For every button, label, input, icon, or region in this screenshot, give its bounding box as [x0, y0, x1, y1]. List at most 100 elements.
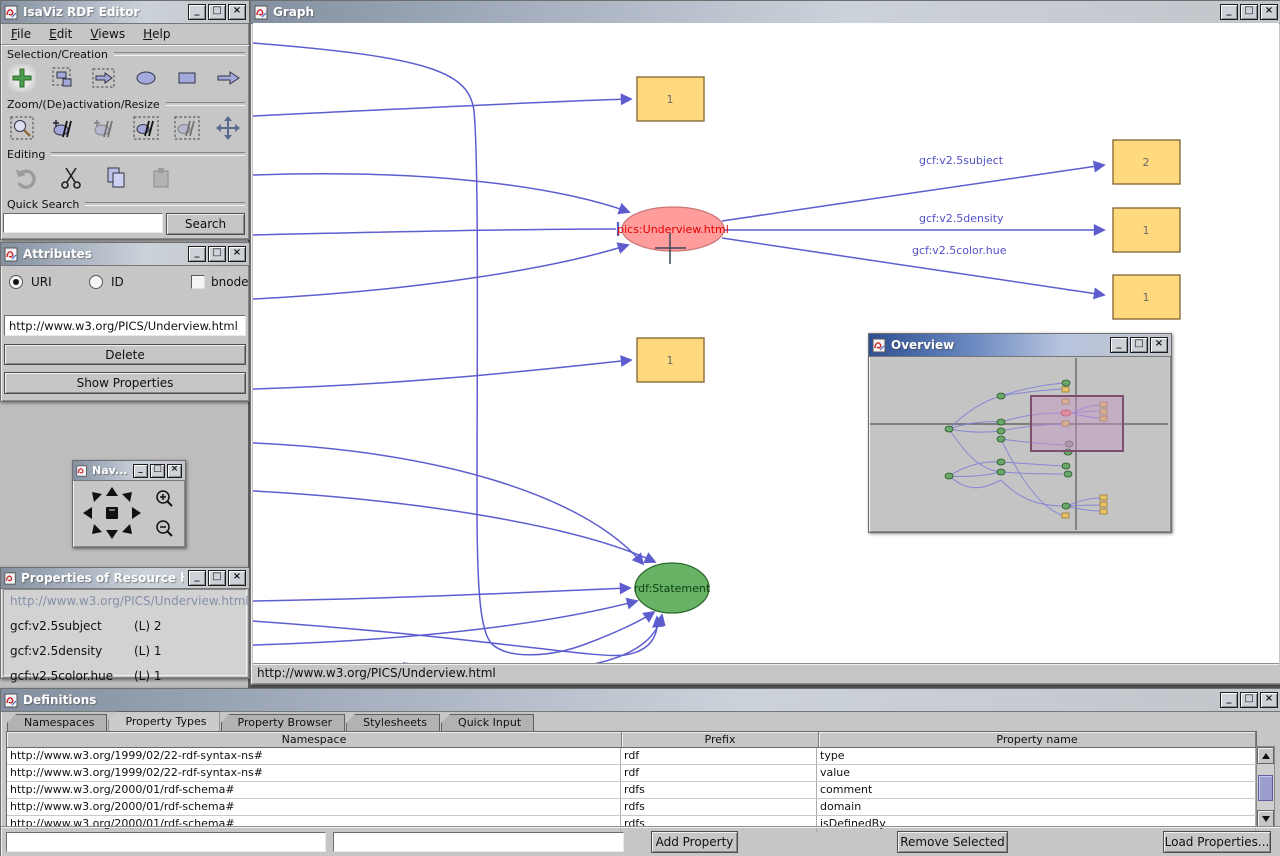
close-button[interactable]: ×: [228, 246, 246, 262]
close-button[interactable]: ×: [1260, 692, 1278, 708]
close-button[interactable]: ×: [167, 464, 182, 478]
column-header-property-name[interactable]: Property name: [819, 732, 1256, 747]
tab-property-browser[interactable]: Property Browser: [221, 714, 346, 731]
nav-pad[interactable]: [75, 483, 181, 545]
quick-search-input[interactable]: [3, 213, 163, 233]
nav-titlebar[interactable]: Nav... _ □ ×: [73, 461, 185, 481]
new-namespace-input[interactable]: [6, 832, 326, 852]
tab-stylesheets[interactable]: Stylesheets: [346, 714, 440, 731]
table-row[interactable]: http://www.w3.org/1999/02/22-rdf-syntax-…: [7, 748, 1256, 765]
minimize-button[interactable]: _: [1220, 4, 1238, 20]
minimize-button[interactable]: _: [188, 246, 206, 262]
minimize-button[interactable]: _: [1220, 692, 1238, 708]
literal-node[interactable]: 1: [637, 77, 704, 121]
show-properties-button[interactable]: Show Properties: [4, 372, 246, 394]
maximize-button[interactable]: □: [208, 246, 226, 262]
maximize-button[interactable]: □: [150, 464, 165, 478]
pan-left-arrow[interactable]: [83, 507, 92, 519]
cut-button[interactable]: [57, 164, 85, 192]
pan-up-right-arrow[interactable]: [122, 492, 132, 502]
uri-radio[interactable]: [9, 275, 23, 289]
menu-file[interactable]: File: [11, 27, 31, 41]
paste-button[interactable]: [147, 164, 175, 192]
tab-namespaces[interactable]: Namespaces: [7, 714, 107, 731]
scroll-down-button[interactable]: [1257, 810, 1274, 827]
graph-titlebar[interactable]: Graph _ □ ×: [251, 1, 1280, 24]
scroll-up-button[interactable]: [1257, 747, 1274, 764]
scrollbar-thumb[interactable]: [1258, 775, 1273, 801]
remove-selected-button[interactable]: Remove Selected: [897, 831, 1008, 853]
table-row[interactable]: http://www.w3.org/2000/01/rdf-schema# rd…: [7, 782, 1256, 799]
menu-views[interactable]: Views: [90, 27, 125, 41]
table-row[interactable]: http://www.w3.org/1999/02/22-rdf-syntax-…: [7, 765, 1256, 782]
close-button[interactable]: ×: [228, 4, 246, 20]
column-header-prefix[interactable]: Prefix: [622, 732, 819, 747]
maximize-button[interactable]: □: [208, 4, 226, 20]
copy-button[interactable]: [102, 164, 130, 192]
select-region-tool[interactable]: [49, 64, 77, 92]
deactivate-link-tool[interactable]: [90, 114, 118, 142]
undo-button[interactable]: [12, 164, 40, 192]
pan-down-left-arrow[interactable]: [92, 524, 102, 534]
editor-titlebar[interactable]: IsaViz RDF Editor _ □ ×: [1, 1, 249, 24]
maximize-button[interactable]: □: [1130, 337, 1148, 353]
pan-right-arrow[interactable]: [132, 507, 141, 519]
uri-input[interactable]: [4, 315, 246, 336]
search-button[interactable]: Search: [166, 213, 245, 235]
new-property-input[interactable]: [333, 832, 624, 852]
statement-node[interactable]: rdf:Statement: [634, 563, 711, 613]
definitions-titlebar[interactable]: Definitions _ □ ×: [1, 689, 1280, 712]
load-properties-button[interactable]: Load Properties...: [1163, 831, 1271, 853]
zoom-out-button[interactable]: [157, 521, 172, 536]
property-row[interactable]: gcf:v2.5color.hue (L) 1: [4, 665, 246, 687]
menu-edit[interactable]: Edit: [49, 27, 72, 41]
literal-node[interactable]: 2: [1113, 140, 1180, 184]
close-button[interactable]: ×: [1150, 337, 1168, 353]
pan-up-arrow[interactable]: [106, 487, 118, 496]
center-view-button[interactable]: [106, 507, 118, 519]
column-header-namespace[interactable]: Namespace: [7, 732, 622, 747]
tab-property-types[interactable]: Property Types: [108, 711, 219, 731]
table-vertical-scrollbar[interactable]: [1256, 746, 1275, 828]
minimize-button[interactable]: _: [188, 4, 206, 20]
close-button[interactable]: ×: [228, 570, 246, 586]
zoom-in-button[interactable]: [157, 491, 172, 506]
table-row[interactable]: http://www.w3.org/2000/01/rdf-schema# rd…: [7, 799, 1256, 816]
overview-viewport[interactable]: [1031, 396, 1123, 451]
overview-minimap[interactable]: [870, 358, 1168, 530]
id-radio[interactable]: [89, 275, 103, 289]
tab-quick-input[interactable]: Quick Input: [441, 714, 534, 731]
maximize-button[interactable]: □: [1240, 692, 1258, 708]
property-row[interactable]: gcf:v2.5density (L) 1: [4, 640, 246, 662]
add-property-button[interactable]: Add Property: [651, 831, 738, 853]
property-row[interactable]: gcf:v2.5subject (L) 2: [4, 615, 246, 637]
resource-node[interactable]: pics:Underview.html: [617, 207, 729, 251]
pan-up-left-arrow[interactable]: [92, 492, 102, 502]
graph-canvas[interactable]: gcf:v2.5subject gcf:v2.5density gcf:v2.5…: [253, 23, 1279, 663]
literal-node[interactable]: 1: [637, 338, 704, 382]
move-resize-tool[interactable]: [214, 114, 242, 142]
close-button[interactable]: ×: [1260, 4, 1278, 20]
rectangle-tool[interactable]: [173, 64, 201, 92]
create-resource-tool[interactable]: [8, 64, 36, 92]
pan-down-arrow[interactable]: [106, 530, 118, 539]
bnode-checkbox[interactable]: [191, 275, 205, 289]
maximize-button[interactable]: □: [208, 570, 226, 586]
pan-down-right-arrow[interactable]: [122, 524, 132, 534]
deactivate-region-tool[interactable]: [173, 114, 201, 142]
arrow-tool[interactable]: [214, 64, 242, 92]
minimize-button[interactable]: _: [188, 570, 206, 586]
activate-region-tool[interactable]: [132, 114, 160, 142]
literal-node[interactable]: 1: [1113, 208, 1180, 252]
overview-titlebar[interactable]: Overview _ □ ×: [869, 334, 1171, 357]
activate-link-tool[interactable]: [49, 114, 77, 142]
attributes-titlebar[interactable]: Attributes _ □ ×: [1, 243, 249, 266]
select-arrow-tool[interactable]: [90, 64, 118, 92]
minimize-button[interactable]: _: [1110, 337, 1128, 353]
resource-properties-titlebar[interactable]: Properties of Resource http:... _ □ ×: [1, 568, 249, 589]
zoom-region-tool[interactable]: [8, 114, 36, 142]
ellipse-tool[interactable]: [132, 64, 160, 92]
maximize-button[interactable]: □: [1240, 4, 1258, 20]
minimize-button[interactable]: _: [133, 464, 148, 478]
delete-button[interactable]: Delete: [4, 344, 246, 365]
